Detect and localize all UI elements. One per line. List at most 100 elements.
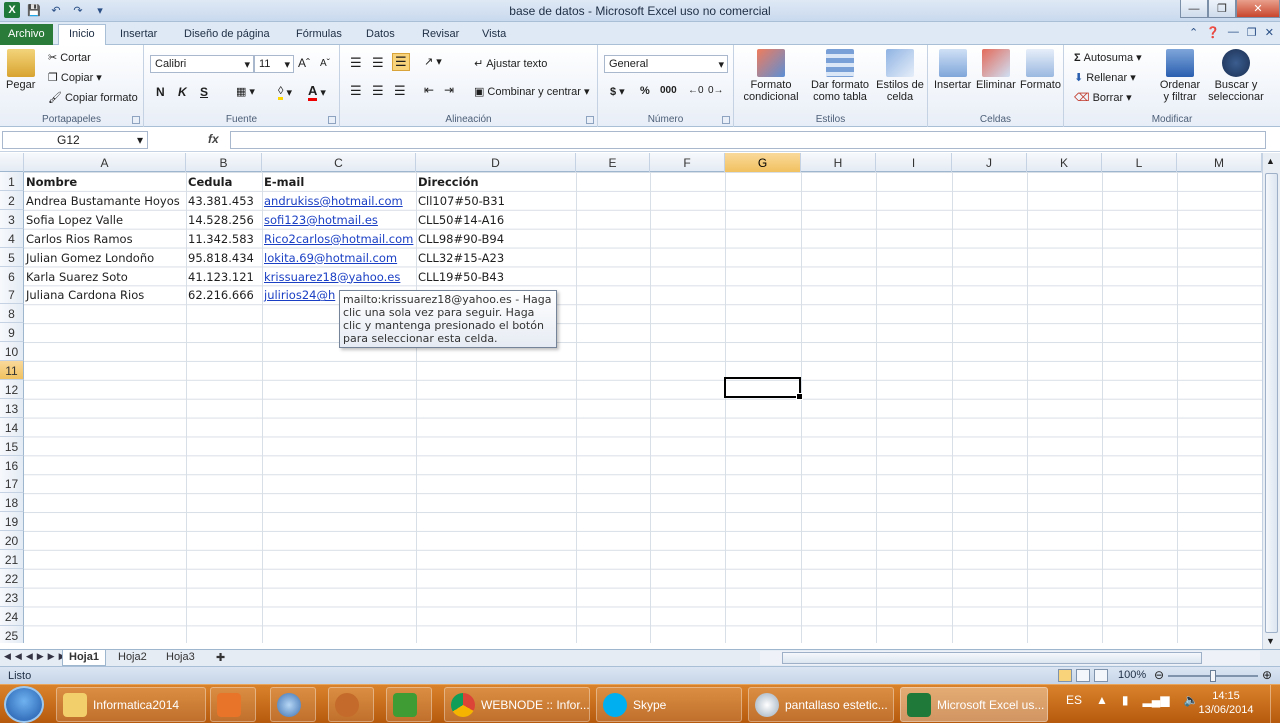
row-header[interactable]: 20 [0, 531, 24, 551]
cell-email-link[interactable]: andrukiss@hotmail.com [262, 191, 405, 210]
cell-name[interactable]: Juliana Cardona Rios [24, 285, 146, 304]
vertical-scrollbar[interactable]: ▲ ▼ [1262, 153, 1280, 649]
cell-email-link[interactable]: sofi123@hotmail.es [262, 210, 380, 229]
column-header-selected[interactable]: G [725, 153, 801, 172]
column-header[interactable]: C [262, 153, 416, 172]
row-header[interactable]: 21 [0, 550, 24, 569]
page-break-view-button[interactable] [1094, 669, 1108, 682]
taskbar-item-minecraft[interactable] [386, 687, 432, 722]
cell-id[interactable]: 62.216.666 [186, 285, 256, 304]
row-header[interactable]: 24 [0, 606, 24, 626]
tab-diseno-pagina[interactable]: Diseño de página [174, 25, 280, 45]
cell-name[interactable]: Carlos Rios Ramos [24, 229, 135, 248]
name-box[interactable]: G12 ▾ [2, 131, 148, 149]
taskbar-item-chrome[interactable]: WEBNODE :: Infor... [444, 687, 590, 722]
cell-address[interactable]: CLL19#50-B43 [416, 267, 506, 286]
sheet-nav-arrows[interactable]: ◀◀◀▶▶▶ [4, 651, 70, 662]
cut-button[interactable]: ✂ Cortar [48, 51, 91, 65]
font-size-select[interactable]: 11 ▾ [254, 55, 294, 73]
column-header[interactable]: K [1027, 153, 1102, 172]
align-center-button[interactable]: ☰ [372, 83, 384, 99]
column-header[interactable]: E [576, 153, 650, 172]
percent-button[interactable]: % [640, 85, 650, 97]
row-header[interactable]: 6 [0, 266, 24, 286]
merge-center-button[interactable]: ▣ Combinar y centrar ▾ [474, 85, 589, 99]
insert-function-icon[interactable]: fx [208, 132, 219, 146]
dialog-launcher-icon[interactable] [132, 116, 140, 124]
row-header[interactable]: 12 [0, 379, 24, 399]
align-bottom-button[interactable]: ☰ [392, 53, 410, 71]
row-header[interactable]: 7 [0, 285, 24, 305]
dialog-launcher-icon[interactable] [328, 116, 336, 124]
taskbar-item-app[interactable] [270, 687, 316, 722]
cell-id[interactable]: 41.123.121 [186, 267, 256, 286]
select-all-corner[interactable] [0, 153, 24, 172]
zoom-level[interactable]: 100% [1118, 669, 1146, 681]
cell-address[interactable]: CLL32#15-A23 [416, 248, 506, 267]
row-header[interactable]: 14 [0, 417, 24, 437]
font-name-select[interactable]: Calibri ▾ [150, 55, 254, 73]
cell-email-link[interactable]: julirios24@h [262, 285, 337, 304]
grow-font-button[interactable]: Aˆ [298, 56, 310, 70]
taskbar-item-skype[interactable]: Skype [596, 687, 742, 722]
row-header[interactable]: 8 [0, 304, 24, 324]
row-header[interactable]: 17 [0, 474, 24, 494]
cell-d1[interactable]: Dirección [416, 172, 481, 191]
taskbar-item-excel[interactable]: Microsoft Excel us... [900, 687, 1048, 722]
sheet-tab-hoja2[interactable]: Hoja2 [112, 650, 153, 666]
align-right-button[interactable]: ☰ [394, 83, 406, 99]
cell-name[interactable]: Julian Gomez Londoño [24, 248, 156, 267]
cell-id[interactable]: 11.342.583 [186, 229, 256, 248]
fill-color-button[interactable]: ◊ ▾ [278, 85, 292, 100]
cell-a1[interactable]: Nombre [24, 172, 79, 191]
cell-name[interactable]: Karla Suarez Soto [24, 267, 130, 286]
font-color-button[interactable]: A ▾ [308, 83, 326, 101]
scroll-up-icon[interactable]: ▲ [1266, 156, 1275, 166]
align-middle-button[interactable]: ☰ [372, 55, 384, 71]
column-header[interactable]: L [1102, 153, 1177, 172]
column-header[interactable]: M [1177, 153, 1262, 172]
wrap-text-button[interactable]: ↵ Ajustar texto [474, 57, 547, 71]
paste-button[interactable]: Pegar [6, 49, 35, 91]
start-button[interactable] [4, 686, 44, 723]
workbook-minimize-icon[interactable]: — [1228, 26, 1239, 39]
close-icon[interactable]: ✕ [1236, 0, 1280, 18]
column-header[interactable]: H [801, 153, 876, 172]
column-header[interactable]: J [952, 153, 1027, 172]
row-header[interactable]: 5 [0, 247, 24, 267]
zoom-slider-knob[interactable] [1210, 670, 1216, 682]
tab-insertar[interactable]: Insertar [110, 25, 167, 45]
decrease-indent-button[interactable]: ⇤ [424, 83, 434, 97]
thousands-button[interactable]: 000 [660, 85, 677, 96]
format-painter-button[interactable]: 🖌 Copiar formato [48, 91, 138, 105]
language-indicator[interactable]: ES [1066, 693, 1082, 707]
column-header[interactable]: F [650, 153, 725, 172]
conditional-format-button[interactable]: Formato condicional [740, 49, 802, 103]
taskbar-item-media[interactable] [210, 687, 256, 722]
help-icon[interactable]: ❓ [1206, 26, 1220, 39]
row-header[interactable]: 18 [0, 493, 24, 513]
shrink-font-button[interactable]: Aˇ [320, 58, 330, 69]
taskbar-item-folder[interactable]: Informatica2014 [56, 687, 206, 722]
insert-cells-button[interactable]: Insertar [934, 49, 971, 91]
delete-cells-button[interactable]: Eliminar [976, 49, 1016, 91]
horizontal-scroll-thumb[interactable] [782, 652, 1202, 664]
workbook-restore-icon[interactable]: ❐ [1247, 26, 1257, 39]
row-header-selected[interactable]: 11 [0, 361, 24, 380]
cell-c1[interactable]: E-mail [262, 172, 306, 191]
scroll-down-icon[interactable]: ▼ [1266, 636, 1275, 646]
tab-revisar[interactable]: Revisar [412, 25, 469, 45]
maximize-icon[interactable]: ❐ [1208, 0, 1236, 18]
insert-sheet-icon[interactable]: ✚ [210, 650, 231, 666]
row-header[interactable]: 4 [0, 228, 24, 248]
cell-email-link[interactable]: Rico2carlos@hotmail.com [262, 229, 415, 248]
column-header[interactable]: D [416, 153, 576, 172]
row-header[interactable]: 15 [0, 436, 24, 456]
tray-expand-icon[interactable]: ▲ [1096, 693, 1108, 707]
tab-vista[interactable]: Vista [472, 25, 516, 45]
horizontal-scrollbar[interactable] [760, 651, 1260, 665]
fill-button[interactable]: ⬇ Rellenar ▾ [1074, 71, 1136, 85]
column-header[interactable]: B [186, 153, 262, 172]
underline-button[interactable]: S [200, 85, 208, 99]
currency-button[interactable]: $ ▾ [610, 85, 625, 99]
